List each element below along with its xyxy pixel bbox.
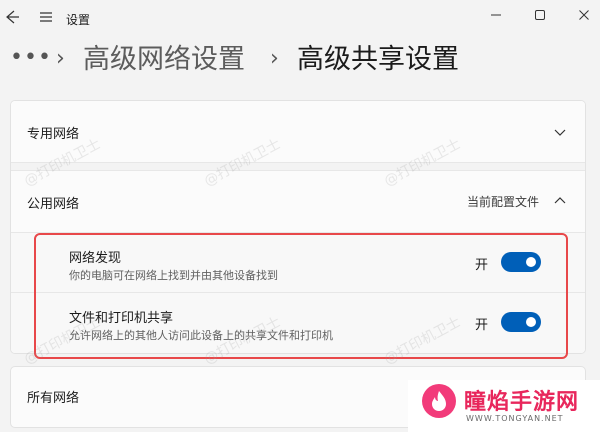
toggle-knob bbox=[526, 317, 536, 327]
chevron-up-icon[interactable] bbox=[553, 193, 567, 207]
breadcrumb: ••• › 高级网络设置 › 高级共享设置 bbox=[0, 38, 600, 84]
setting-network-discovery: 网络发现 你的电脑可在网络上找到并由其他设备找到 开 bbox=[11, 233, 585, 293]
setting-title: 网络发现 bbox=[69, 251, 122, 266]
breadcrumb-more-button[interactable]: ••• bbox=[10, 46, 52, 70]
watermark-logo: 瞳焰手游网 WWW.TONGYAN.NET bbox=[408, 380, 600, 432]
section-private-network[interactable]: 专用网络 bbox=[11, 101, 585, 163]
setting-description: 允许网络上的其他人访问此设备上的共享文件和打印机 bbox=[69, 329, 333, 342]
setting-file-printer-sharing: 文件和打印机共享 允许网络上的其他人访问此设备上的共享文件和打印机 开 bbox=[11, 293, 585, 353]
current-profile-label: 当前配置文件 bbox=[466, 195, 539, 209]
logo-url: WWW.TONGYAN.NET bbox=[466, 414, 564, 423]
setting-title: 文件和打印机共享 bbox=[69, 311, 174, 326]
file-printer-sharing-toggle[interactable] bbox=[501, 312, 541, 332]
maximize-icon[interactable] bbox=[518, 0, 562, 30]
sharing-settings-panel: 专用网络 公用网络 当前配置文件 网络发现 你的电脑可在网络上找到并由其他设备找… bbox=[10, 100, 586, 354]
network-discovery-toggle[interactable] bbox=[501, 252, 541, 272]
hamburger-icon[interactable] bbox=[38, 9, 54, 25]
section-divider bbox=[11, 163, 585, 171]
chevron-right-icon: › bbox=[270, 46, 279, 71]
flame-icon bbox=[422, 384, 456, 418]
section-label: 公用网络 bbox=[27, 197, 80, 212]
section-label: 专用网络 bbox=[27, 127, 80, 142]
title-bar: 设置 bbox=[0, 0, 600, 36]
setting-description: 你的电脑可在网络上找到并由其他设备找到 bbox=[69, 269, 278, 282]
section-label: 所有网络 bbox=[27, 391, 80, 406]
minimize-icon[interactable] bbox=[474, 0, 518, 30]
chevron-down-icon[interactable] bbox=[553, 124, 567, 138]
breadcrumb-item-advanced-network[interactable]: 高级网络设置 bbox=[83, 42, 245, 78]
chevron-right-icon: › bbox=[56, 46, 65, 71]
section-public-network[interactable]: 公用网络 当前配置文件 bbox=[11, 171, 585, 233]
page-title: 高级共享设置 bbox=[297, 44, 459, 75]
arrow-left-icon[interactable] bbox=[0, 2, 22, 30]
close-icon[interactable] bbox=[562, 0, 600, 30]
toggle-state-label: 开 bbox=[475, 318, 489, 333]
toggle-state-label: 开 bbox=[475, 258, 489, 273]
toggle-knob bbox=[526, 257, 536, 267]
logo-text: 瞳焰手游网 bbox=[464, 390, 580, 415]
window-title: 设置 bbox=[66, 13, 91, 27]
